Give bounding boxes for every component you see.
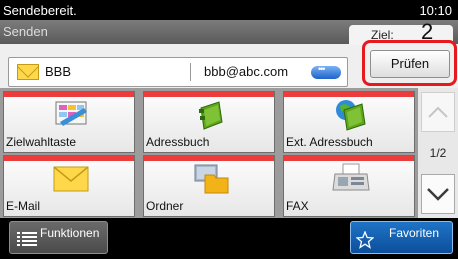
functions-label: Funktionen — [40, 226, 100, 240]
scroll-up-button[interactable] — [421, 92, 455, 132]
tile-accent-bar — [144, 156, 274, 161]
tile-label: FAX — [286, 199, 309, 213]
destination-entry[interactable]: BBB bbb@abc.com — [8, 57, 348, 87]
tile-accent-bar — [144, 92, 274, 97]
send-screen: Sendebereit. 10:10 Senden BBB bbb@abc.co… — [0, 0, 458, 259]
tile-label: Adressbuch — [146, 135, 210, 149]
destination-email: bbb@abc.com — [204, 64, 289, 79]
clock: 10:10 — [419, 3, 452, 18]
tile-accent-bar — [4, 156, 134, 161]
tile-accent-bar — [4, 92, 134, 97]
tile-label: Ordner — [146, 199, 184, 213]
favorites-button[interactable]: Favoriten — [350, 221, 453, 254]
tile-accent-bar — [284, 92, 414, 97]
email-icon — [53, 166, 89, 192]
one-touch-key-icon — [55, 101, 87, 126]
tile-fax[interactable]: FAX — [283, 155, 415, 217]
page-navigation: 1/2 — [417, 88, 458, 218]
tile-email[interactable]: E-Mail — [3, 155, 135, 217]
check-button[interactable]: Prüfen — [370, 50, 450, 78]
chevron-down-icon — [427, 188, 449, 201]
destination-grid: Zielwahltaste Adressbuch Ext. Adressbuch — [0, 88, 417, 218]
star-icon — [356, 231, 374, 249]
page-indicator: 1/2 — [429, 146, 447, 160]
destination-name: BBB — [45, 64, 72, 79]
tile-external-address-book[interactable]: Ext. Adressbuch — [283, 91, 415, 153]
tile-label: Ext. Adressbuch — [286, 135, 373, 149]
bottom-bar: Funktionen Favoriten — [0, 218, 458, 259]
envelope-icon — [17, 64, 39, 80]
tile-folder[interactable]: Ordner — [143, 155, 275, 217]
menu-list-icon — [17, 232, 37, 246]
status-bar: Sendebereit. 10:10 — [0, 0, 458, 20]
tile-label: Zielwahltaste — [6, 135, 77, 149]
functions-button[interactable]: Funktionen — [9, 221, 108, 254]
external-address-book-icon — [336, 100, 366, 131]
chevron-up-icon — [428, 106, 448, 118]
destination-divider — [190, 63, 191, 81]
favorites-label: Favoriten — [389, 226, 440, 240]
scroll-down-button[interactable] — [421, 174, 455, 214]
folder-icon — [194, 164, 229, 194]
tile-one-touch-key[interactable]: Zielwahltaste — [3, 91, 135, 153]
more-details-icon[interactable] — [311, 64, 341, 79]
status-message: Sendebereit. — [3, 3, 77, 18]
fax-icon — [332, 163, 370, 191]
page-title: Senden — [3, 24, 48, 39]
tile-label: E-Mail — [6, 199, 41, 213]
tile-address-book[interactable]: Adressbuch — [143, 91, 275, 153]
address-book-icon — [199, 101, 223, 130]
tile-accent-bar — [284, 156, 414, 161]
